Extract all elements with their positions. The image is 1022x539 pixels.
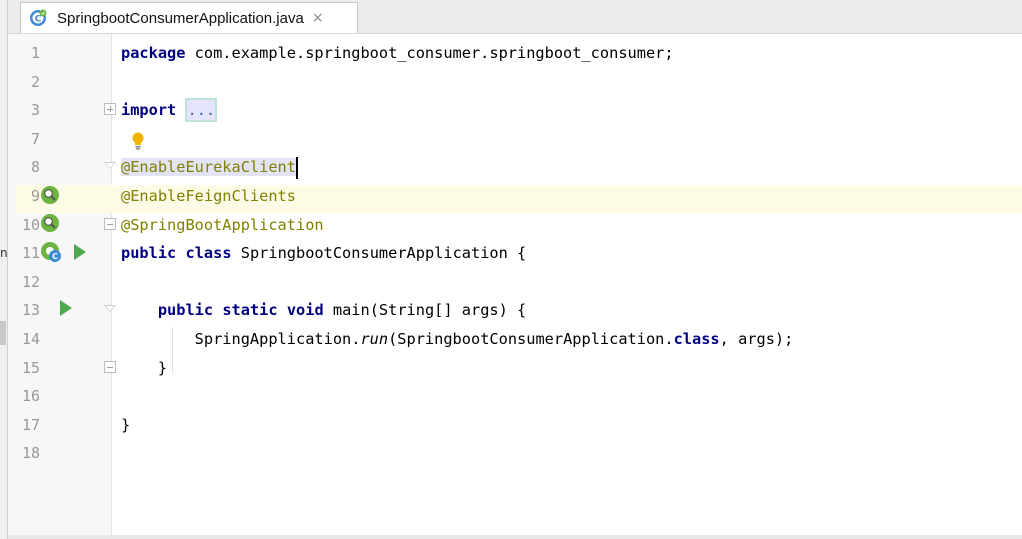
close-icon[interactable]: × xyxy=(312,10,324,26)
line-number: 11 xyxy=(21,244,40,263)
code-line[interactable]: 8 @EnableEurekaClient xyxy=(8,153,1022,181)
text-cursor xyxy=(295,156,298,179)
fold-collapse-icon[interactable] xyxy=(104,305,116,317)
code-token: import xyxy=(121,101,177,120)
spring-bean-icon[interactable]: C xyxy=(40,241,64,269)
code-line[interactable]: 17} xyxy=(8,411,1022,439)
svg-text:C: C xyxy=(35,15,42,25)
code-text[interactable]: @EnableEurekaClient xyxy=(121,153,298,181)
line-number: 2 xyxy=(30,72,40,91)
code-token: , args); xyxy=(719,330,794,348)
code-editor[interactable]: 1 package com.example.springboot_consumer… xyxy=(8,34,1022,539)
code-token: @EnableEurekaClient xyxy=(121,158,296,177)
bean-search-icon[interactable] xyxy=(40,185,60,209)
code-token: public xyxy=(121,244,177,263)
code-token: com.example.springboot_consumer.springbo… xyxy=(185,44,674,62)
code-token: @SpringBootApplication xyxy=(121,215,324,234)
fold-collapse-icon[interactable] xyxy=(104,218,116,230)
line-number: 17 xyxy=(21,415,40,434)
line-number: 7 xyxy=(30,129,40,148)
line-number: 8 xyxy=(30,158,40,177)
code-token: ... xyxy=(185,98,218,123)
code-token: class xyxy=(673,330,720,348)
code-line[interactable]: 13 public static void main(String[] args… xyxy=(8,296,1022,324)
code-text[interactable]: package com.example.springboot_consumer.… xyxy=(121,39,674,67)
code-text[interactable]: public class SpringbootConsumerApplicati… xyxy=(121,239,526,267)
code-token: (SpringbootConsumerApplication. xyxy=(388,330,674,348)
line-number: 3 xyxy=(30,101,40,120)
code-line[interactable]: 14 SpringApplication.run(SpringbootConsu… xyxy=(8,325,1022,353)
spring-boot-class-icon: C xyxy=(29,9,47,27)
code-text[interactable]: @SpringBootApplication xyxy=(121,211,324,239)
code-line[interactable]: 9 @EnableFeignClients xyxy=(8,182,1022,210)
fold-expand-icon[interactable] xyxy=(104,103,116,115)
tab-label: SpringbootConsumerApplication.java xyxy=(57,9,304,27)
line-number: 1 xyxy=(30,44,40,62)
code-token: @EnableFeignClients xyxy=(121,187,296,205)
code-line[interactable]: 18 xyxy=(8,439,1022,467)
left-edge-text: n xyxy=(0,246,8,260)
code-token: static xyxy=(222,301,278,320)
code-token: void xyxy=(286,301,324,320)
code-text[interactable]: } xyxy=(121,354,167,382)
code-token: run xyxy=(360,330,389,348)
editor-tab[interactable]: C SpringbootConsumerApplication.java × xyxy=(20,2,358,33)
code-line[interactable]: 11 public class SpringbootConsumerApplica… xyxy=(8,239,1022,267)
left-strip-marker[interactable] xyxy=(0,321,6,345)
line-number: 15 xyxy=(21,358,40,377)
code-token: } xyxy=(121,415,131,434)
line-number: 12 xyxy=(21,272,40,291)
code-line[interactable]: 16 xyxy=(8,382,1022,410)
run-icon[interactable] xyxy=(59,299,73,321)
line-number: 18 xyxy=(21,444,40,463)
code-token: main(String[] args) { xyxy=(323,301,527,320)
line-number: 13 xyxy=(21,301,40,320)
code-line[interactable]: 3 import ... xyxy=(8,96,1022,124)
fold-end-icon[interactable] xyxy=(104,361,116,373)
code-token: SpringApplication. xyxy=(121,330,361,348)
line-number: 9 xyxy=(30,187,40,205)
code-text[interactable]: public static void main(String[] args) { xyxy=(121,296,526,324)
code-line[interactable]: 7 xyxy=(8,125,1022,153)
code-text[interactable]: } xyxy=(121,411,130,439)
code-text[interactable]: import ... xyxy=(121,96,218,124)
code-line[interactable]: 15 } xyxy=(8,354,1022,382)
code-line[interactable]: 2 xyxy=(8,68,1022,96)
fold-collapse-icon[interactable] xyxy=(104,162,116,174)
code-text[interactable]: @EnableFeignClients xyxy=(121,182,296,210)
lightbulb-icon[interactable] xyxy=(132,132,144,150)
code-token: package xyxy=(121,44,186,62)
horizontal-scrollbar[interactable] xyxy=(8,535,1022,539)
code-token: public xyxy=(157,301,214,320)
code-line[interactable]: 12 xyxy=(8,268,1022,296)
code-line[interactable]: 10 @SpringBootApplication xyxy=(8,211,1022,239)
left-tool-strip: n xyxy=(0,0,8,539)
line-number: 14 xyxy=(21,330,40,348)
line-number: 10 xyxy=(21,215,40,234)
code-token: } xyxy=(121,358,168,377)
code-line[interactable]: 1 package com.example.springboot_consumer… xyxy=(8,39,1022,67)
indent-guide xyxy=(172,327,173,373)
svg-text:C: C xyxy=(52,252,58,261)
bean-search-icon[interactable] xyxy=(40,213,60,237)
run-icon[interactable] xyxy=(73,243,87,265)
code-token: class xyxy=(185,244,232,263)
code-token: SpringbootConsumerApplication { xyxy=(231,244,527,263)
code-text[interactable]: SpringApplication.run(SpringbootConsumer… xyxy=(121,325,794,353)
line-number: 16 xyxy=(21,387,40,406)
editor-tab-bar: C SpringbootConsumerApplication.java × xyxy=(8,0,1022,34)
